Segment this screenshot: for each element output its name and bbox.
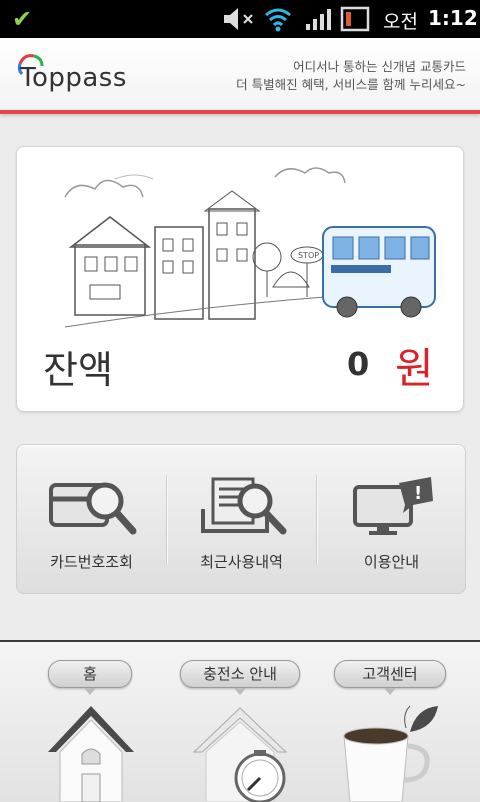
balance-currency: 원 — [395, 344, 434, 393]
balance-amount: 0 — [347, 345, 370, 383]
tagline-line-1: 어디서나 통하는 신개념 교통카드 — [293, 59, 466, 74]
card-search-icon — [49, 482, 137, 535]
card-number-lookup-button[interactable]: 카드번호조회 — [17, 445, 166, 593]
monitor-info-icon: ! — [353, 477, 433, 535]
balance-label: 잔액 — [43, 348, 113, 392]
mute-icon — [224, 8, 253, 30]
history-search-icon — [201, 477, 287, 535]
usage-guide-label: 이용안내 — [363, 553, 420, 571]
time-period: 오전 — [383, 11, 418, 33]
svg-text:!: ! — [414, 483, 422, 504]
wifi-icon — [265, 8, 291, 32]
app-logo: Toppass — [20, 63, 127, 93]
recent-usage-label: 최근사용내역 — [200, 553, 283, 571]
charging-station-icon[interactable] — [190, 702, 290, 802]
tab-home[interactable]: 홈 — [48, 660, 132, 695]
balance-card: STOP 잔액 0 원 — [16, 146, 464, 412]
svg-text:STOP: STOP — [298, 251, 319, 260]
coffee-cup-icon[interactable] — [336, 702, 446, 802]
tagline-line-2: 더 특별해진 혜택, 서비스를 함께 누리세요~ — [236, 77, 466, 92]
tab-customer-center[interactable]: 고객센터 — [334, 660, 446, 695]
header-tagline: 어디서나 통하는 신개념 교통카드 더 특별해진 혜택, 서비스를 함께 누리세… — [236, 58, 466, 94]
quick-menu: 카드번호조회 최근사용내역 ! 이용안내 — [16, 444, 466, 594]
signal-icon — [306, 9, 331, 30]
checkmark-icon: ✔ — [12, 5, 33, 33]
tab-charging-station[interactable]: 충전소 안내 — [180, 660, 300, 695]
recent-usage-button[interactable]: 최근사용내역 — [167, 445, 316, 593]
home-icon[interactable] — [46, 702, 136, 802]
app-header: Toppass 어디서나 통하는 신개념 교통카드 더 특별해진 혜택, 서비스… — [0, 38, 480, 114]
clock-time: 1:12 — [428, 6, 478, 30]
battery-icon — [340, 6, 370, 32]
card-number-lookup-label: 카드번호조회 — [50, 553, 133, 571]
bottom-dock: 홈 충전소 안내 고객센터 — [0, 640, 480, 802]
usage-guide-button[interactable]: ! 이용안내 — [317, 445, 466, 593]
status-bar: ✔ 오전 1:12 — [0, 0, 480, 38]
town-bus-illustration: STOP — [64, 167, 436, 328]
